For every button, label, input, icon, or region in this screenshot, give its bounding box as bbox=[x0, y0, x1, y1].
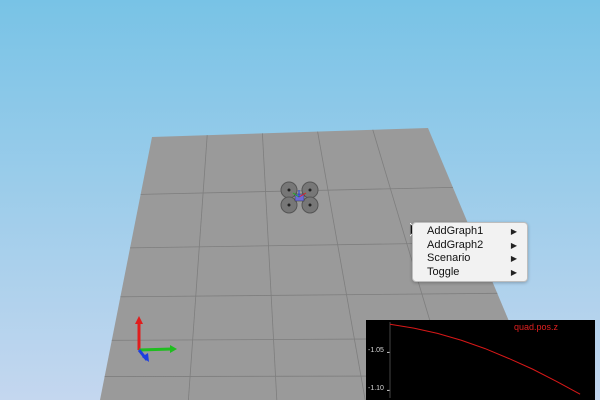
graph-tick-label: -1.10 bbox=[368, 385, 384, 393]
context-menu: AddGraph1 ▶ AddGraph2 ▶ Scenario ▶ Toggl… bbox=[412, 222, 528, 282]
menu-item-addgraph2[interactable]: AddGraph2 ▶ bbox=[413, 239, 527, 253]
menu-item-toggle[interactable]: Toggle ▶ bbox=[413, 266, 527, 280]
graph-panel[interactable]: quad.pos.z -1.05 -1.10 bbox=[366, 320, 595, 400]
graph-series-line bbox=[389, 323, 581, 395]
submenu-arrow-icon: ▶ bbox=[510, 267, 517, 277]
submenu-arrow-icon: ▶ bbox=[510, 240, 517, 250]
submenu-arrow-icon: ▶ bbox=[510, 227, 517, 236]
menu-item-addgraph1[interactable]: AddGraph1 ▶ bbox=[413, 225, 527, 239]
graph-series-label: quad.pos.z bbox=[514, 322, 559, 332]
graph-tick-label: -1.05 bbox=[368, 347, 384, 355]
menu-item-label: Toggle bbox=[427, 265, 460, 278]
menu-item-label: AddGraph1 bbox=[427, 225, 484, 237]
menu-item-label: AddGraph2 bbox=[427, 238, 484, 251]
axis-x bbox=[138, 347, 173, 352]
menu-item-scenario[interactable]: Scenario ▶ bbox=[413, 252, 527, 266]
menu-item-label: Scenario bbox=[427, 252, 471, 264]
submenu-arrow-icon: ▶ bbox=[510, 254, 517, 263]
graph-plot bbox=[387, 322, 581, 398]
